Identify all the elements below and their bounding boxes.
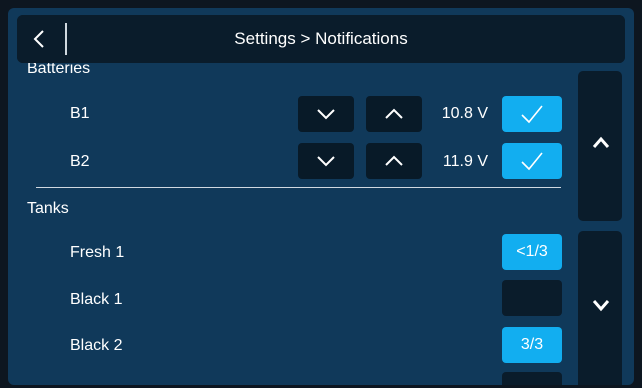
- tank-threshold-button[interactable]: <1/3: [502, 234, 562, 270]
- page-title: Settings > Notifications: [234, 29, 408, 48]
- chevron-down-icon: [317, 109, 335, 120]
- tank-row-label: Black 1: [70, 291, 123, 308]
- notifications-screen: Settings > Notifications Batteries Setti…: [8, 8, 634, 385]
- battery-row-label: B1: [70, 105, 90, 122]
- scroll-down-button[interactable]: [578, 231, 622, 385]
- check-icon: [521, 105, 543, 124]
- increase-button[interactable]: [366, 96, 422, 132]
- chevron-up-icon: [385, 155, 403, 166]
- decrease-button[interactable]: [298, 96, 354, 132]
- battery-value: 11.9 V: [442, 153, 488, 170]
- chevron-down-icon: [317, 156, 335, 167]
- tank-threshold-button[interactable]: [502, 280, 562, 316]
- battery-toggle-b2[interactable]: [502, 143, 562, 179]
- scroll-up-button[interactable]: [578, 71, 622, 221]
- section-divider: [36, 187, 561, 188]
- battery-value: 10.8 V: [441, 105, 488, 122]
- chevron-up-icon: [592, 136, 610, 148]
- section-label-tanks: Tanks: [27, 200, 69, 217]
- increase-button[interactable]: [366, 143, 422, 179]
- decrease-button[interactable]: [298, 143, 354, 179]
- tank-row-label: Fresh 1: [70, 244, 125, 261]
- chevron-up-icon: [385, 108, 403, 119]
- tank-threshold-button-partial[interactable]: [502, 372, 562, 385]
- battery-toggle-b1[interactable]: [502, 96, 562, 132]
- header-overlay: Settings > Notifications: [17, 15, 625, 63]
- chevron-down-icon: [592, 300, 610, 312]
- check-icon: [521, 152, 543, 171]
- battery-row-label: B2: [70, 153, 90, 170]
- tank-threshold-button[interactable]: 3/3: [502, 327, 562, 363]
- tank-row-label: Black 2: [70, 337, 123, 354]
